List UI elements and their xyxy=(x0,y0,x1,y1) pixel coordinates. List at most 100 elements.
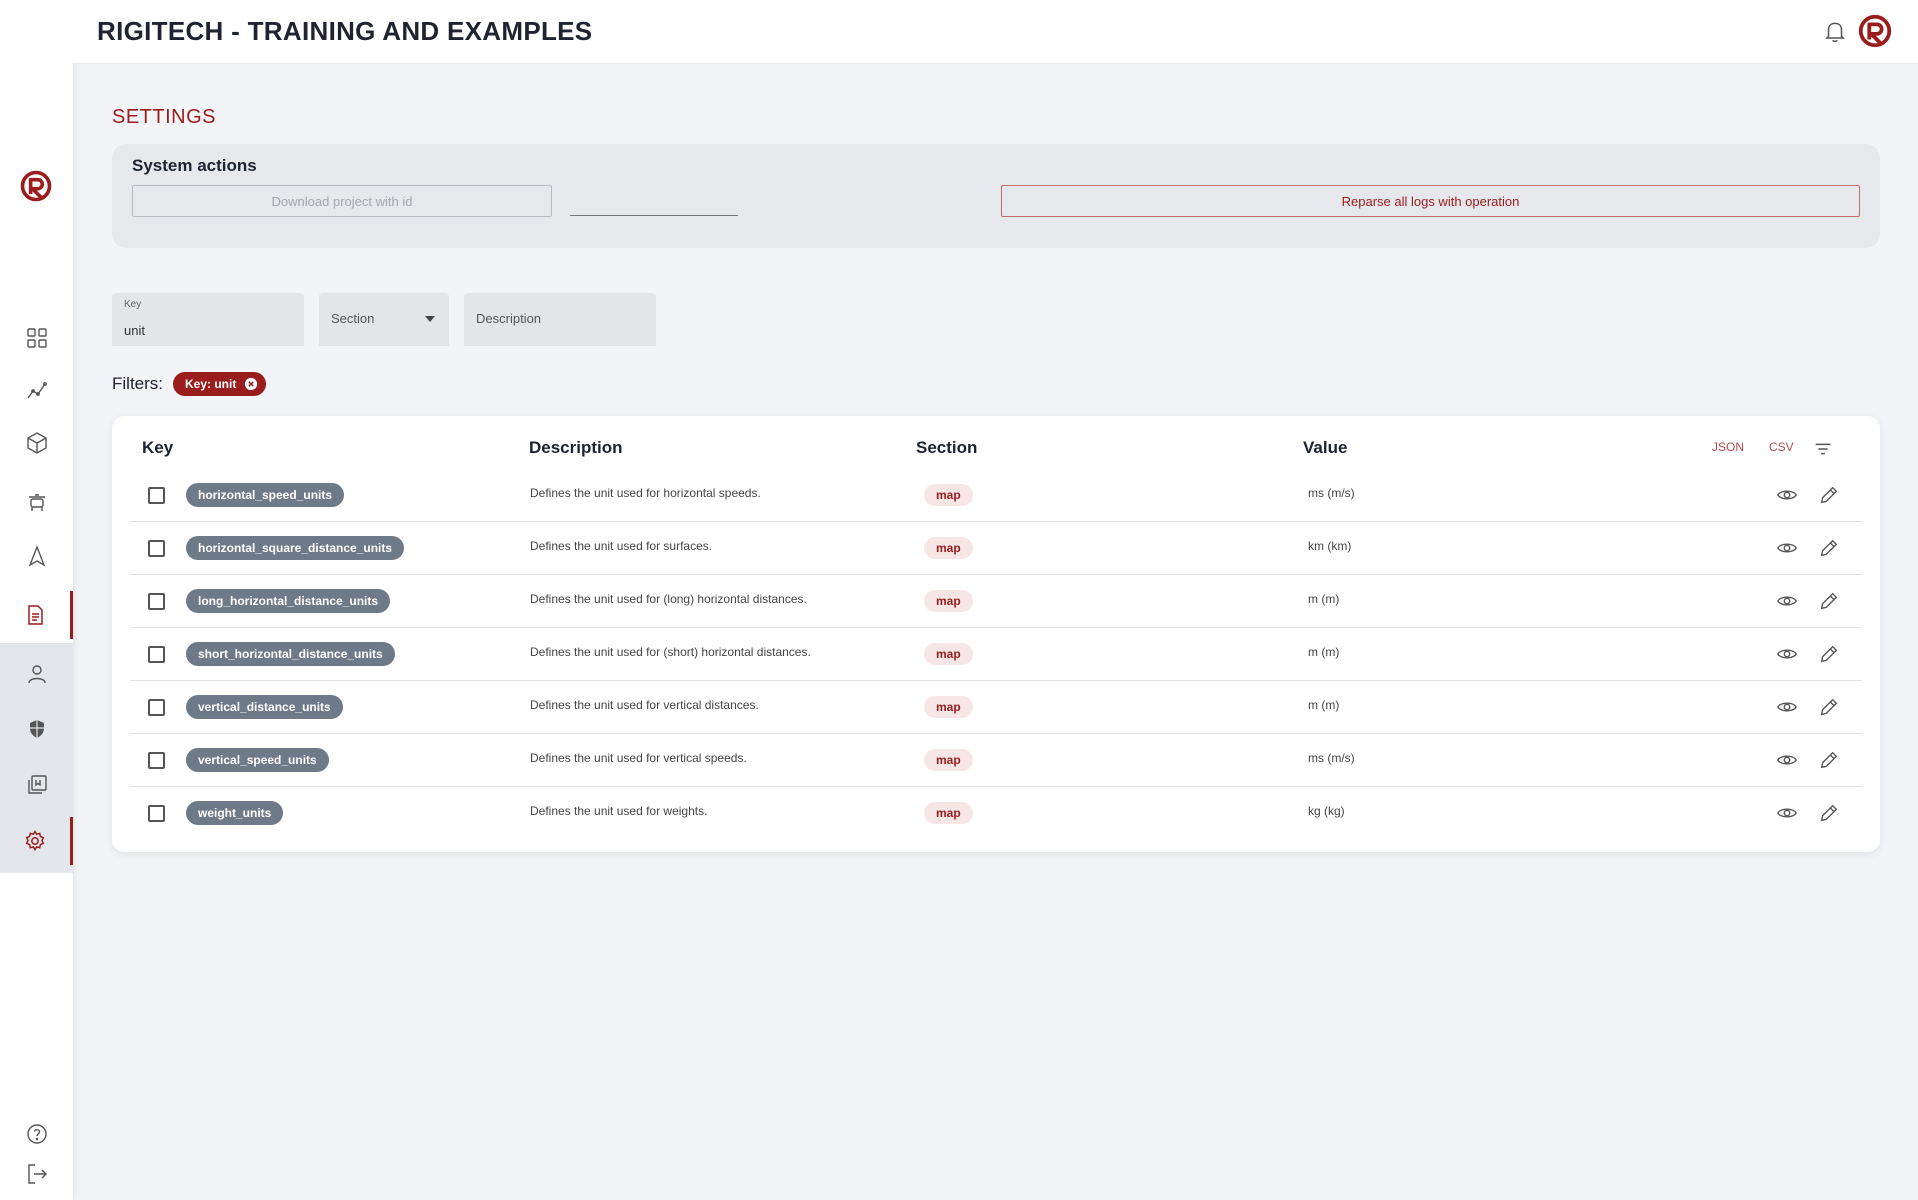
row-key: vertical_speed_units xyxy=(186,748,329,772)
navigation-icon xyxy=(28,545,45,567)
edit-icon[interactable] xyxy=(1818,802,1840,824)
table-row[interactable]: horizontal_square_distance_units Defines … xyxy=(130,522,1862,575)
row-description: Defines the unit used for vertical speed… xyxy=(530,751,747,765)
sidebar-item-security[interactable] xyxy=(0,705,73,753)
filter-chip[interactable]: Key: unit xyxy=(173,372,267,396)
column-header-key[interactable]: Key xyxy=(142,438,173,458)
view-icon[interactable] xyxy=(1776,590,1798,612)
table-row[interactable]: short_horizontal_distance_units Defines t… xyxy=(130,628,1862,681)
edit-icon[interactable] xyxy=(1818,749,1840,771)
cube-icon xyxy=(26,432,47,454)
table-row[interactable]: horizontal_speed_units Defines the unit u… xyxy=(130,469,1862,522)
row-value: km (km) xyxy=(1308,539,1352,553)
row-section: map xyxy=(924,537,973,559)
table-row[interactable]: vertical_speed_units Defines the unit use… xyxy=(130,734,1862,787)
row-section: map xyxy=(924,484,973,506)
sidebar-item-settings[interactable] xyxy=(0,817,73,865)
row-value: ms (m/s) xyxy=(1308,751,1355,765)
project-id-input[interactable] xyxy=(570,188,738,216)
edit-icon[interactable] xyxy=(1818,643,1840,665)
row-key: long_horizontal_distance_units xyxy=(186,589,391,613)
grid-icon xyxy=(26,328,47,348)
sidebar-item-products[interactable] xyxy=(0,419,73,467)
key-field-label: Key xyxy=(124,299,142,310)
column-header-section[interactable]: Section xyxy=(916,438,977,458)
row-section: map xyxy=(924,590,973,612)
close-icon[interactable] xyxy=(244,377,258,391)
row-section: map xyxy=(924,643,973,665)
row-description: Defines the unit used for weights. xyxy=(530,804,708,818)
logout-icon xyxy=(27,1164,47,1184)
row-checkbox[interactable] xyxy=(148,805,165,822)
sidebar-item-navigation[interactable] xyxy=(0,532,73,580)
row-checkbox[interactable] xyxy=(148,646,165,663)
row-checkbox[interactable] xyxy=(148,487,165,504)
row-value: ms (m/s) xyxy=(1308,486,1355,500)
row-description: Defines the unit used for (short) horizo… xyxy=(530,645,811,659)
row-checkbox[interactable] xyxy=(148,699,165,716)
bell-icon[interactable] xyxy=(1822,18,1848,44)
dropdown-caret-icon xyxy=(425,316,435,322)
description-search-field[interactable]: Description xyxy=(464,293,656,346)
table-row[interactable]: vertical_distance_units Defines the unit … xyxy=(130,681,1862,734)
sidebar-item-library[interactable] xyxy=(0,761,73,809)
view-icon[interactable] xyxy=(1776,537,1798,559)
row-key: vertical_distance_units xyxy=(186,695,343,719)
gear-icon xyxy=(25,830,45,852)
section-select[interactable]: Section xyxy=(319,293,449,346)
row-section: map xyxy=(924,802,973,824)
view-icon[interactable] xyxy=(1776,484,1798,506)
column-header-description[interactable]: Description xyxy=(529,438,623,458)
row-section: map xyxy=(924,696,973,718)
column-header-value[interactable]: Value xyxy=(1303,438,1347,458)
edit-icon[interactable] xyxy=(1818,484,1840,506)
settings-table: Key Description Section Value JSON CSV h… xyxy=(112,416,1880,852)
filter-icon[interactable] xyxy=(1812,438,1834,460)
row-key: horizontal_square_distance_units xyxy=(186,536,405,560)
export-csv-button[interactable]: CSV xyxy=(1769,440,1794,454)
sidebar-item-analytics[interactable] xyxy=(0,367,73,415)
chart-line-icon xyxy=(26,382,47,399)
sidebar-item-users[interactable] xyxy=(0,650,73,698)
view-icon[interactable] xyxy=(1776,749,1798,771)
sidebar-item-dashboard[interactable] xyxy=(0,314,73,362)
key-search-field[interactable]: Key unit xyxy=(112,293,304,346)
system-actions-panel: System actions Download project with id … xyxy=(112,144,1880,248)
drone-icon xyxy=(28,494,45,511)
download-project-button[interactable]: Download project with id xyxy=(132,185,552,217)
section-select-label: Section xyxy=(331,311,375,326)
table-row[interactable]: weight_units Defines the unit used for we… xyxy=(130,787,1862,840)
edit-icon[interactable] xyxy=(1818,590,1840,612)
row-description: Defines the unit used for (long) horizon… xyxy=(530,592,807,606)
key-field-value[interactable]: unit xyxy=(124,323,145,338)
view-icon[interactable] xyxy=(1776,696,1798,718)
row-section: map xyxy=(924,749,973,771)
row-key: weight_units xyxy=(186,801,284,825)
view-icon[interactable] xyxy=(1776,643,1798,665)
edit-icon[interactable] xyxy=(1818,537,1840,559)
shield-icon xyxy=(29,720,44,738)
help-icon xyxy=(26,1124,47,1144)
row-value: m (m) xyxy=(1308,592,1340,606)
row-checkbox[interactable] xyxy=(148,752,165,769)
sidebar-item-logout[interactable] xyxy=(0,1150,73,1198)
view-icon[interactable] xyxy=(1776,802,1798,824)
sidebar-admin-group xyxy=(0,643,73,873)
sidebar-item-logs[interactable] xyxy=(0,591,73,639)
row-value: kg (kg) xyxy=(1308,804,1345,818)
table-row[interactable]: long_horizontal_distance_units Defines th… xyxy=(130,575,1862,628)
row-checkbox[interactable] xyxy=(148,593,165,610)
page-title: SETTINGS xyxy=(112,106,217,128)
rigitech-logo[interactable] xyxy=(1856,12,1894,50)
document-icon xyxy=(28,605,43,625)
sidebar-item-drones[interactable] xyxy=(0,479,73,527)
active-filters: Filters: Key: unit xyxy=(112,372,267,396)
row-checkbox[interactable] xyxy=(148,540,165,557)
description-field-label: Description xyxy=(476,311,542,326)
filters-label: Filters: xyxy=(112,374,163,393)
rigitech-logo[interactable] xyxy=(18,168,54,204)
edit-icon[interactable] xyxy=(1818,696,1840,718)
reparse-logs-button[interactable]: Reparse all logs with operation xyxy=(1001,185,1860,217)
export-json-button[interactable]: JSON xyxy=(1712,440,1744,454)
row-key: horizontal_speed_units xyxy=(186,483,345,507)
